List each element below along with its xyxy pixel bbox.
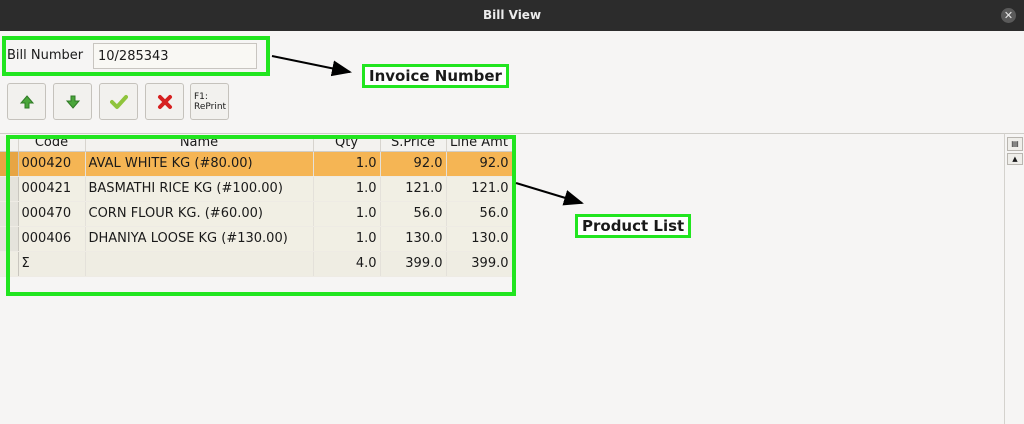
confirm-button[interactable] — [99, 83, 138, 120]
arrow-up-icon — [19, 94, 34, 108]
invoice-number-highlight — [2, 36, 270, 76]
move-down-button[interactable] — [53, 83, 92, 120]
reprint-shortcut: F1: — [194, 91, 208, 102]
reprint-label: RePrint — [194, 101, 227, 112]
reprint-button[interactable]: F1: RePrint — [190, 83, 229, 120]
cancel-icon — [157, 94, 172, 109]
cancel-button[interactable] — [145, 83, 184, 120]
arrow-down-icon — [65, 95, 80, 109]
invoice-number-callout: Invoice Number — [362, 64, 509, 88]
move-up-button[interactable] — [7, 83, 46, 120]
checkmark-icon — [109, 94, 128, 109]
scroll-up-arrow-icon[interactable]: ▲ — [1007, 153, 1023, 165]
title-bar: Bill View ✕ — [0, 0, 1024, 31]
product-list-highlight — [6, 135, 516, 296]
invoice-arrow — [271, 55, 352, 77]
window-title: Bill View — [482, 8, 542, 22]
product-list-callout: Product List — [575, 214, 692, 238]
vertical-scrollbar[interactable]: ▤ ▲ — [1004, 133, 1024, 424]
column-chooser-icon[interactable]: ▤ — [1007, 137, 1023, 151]
close-icon[interactable]: ✕ — [1001, 8, 1016, 23]
